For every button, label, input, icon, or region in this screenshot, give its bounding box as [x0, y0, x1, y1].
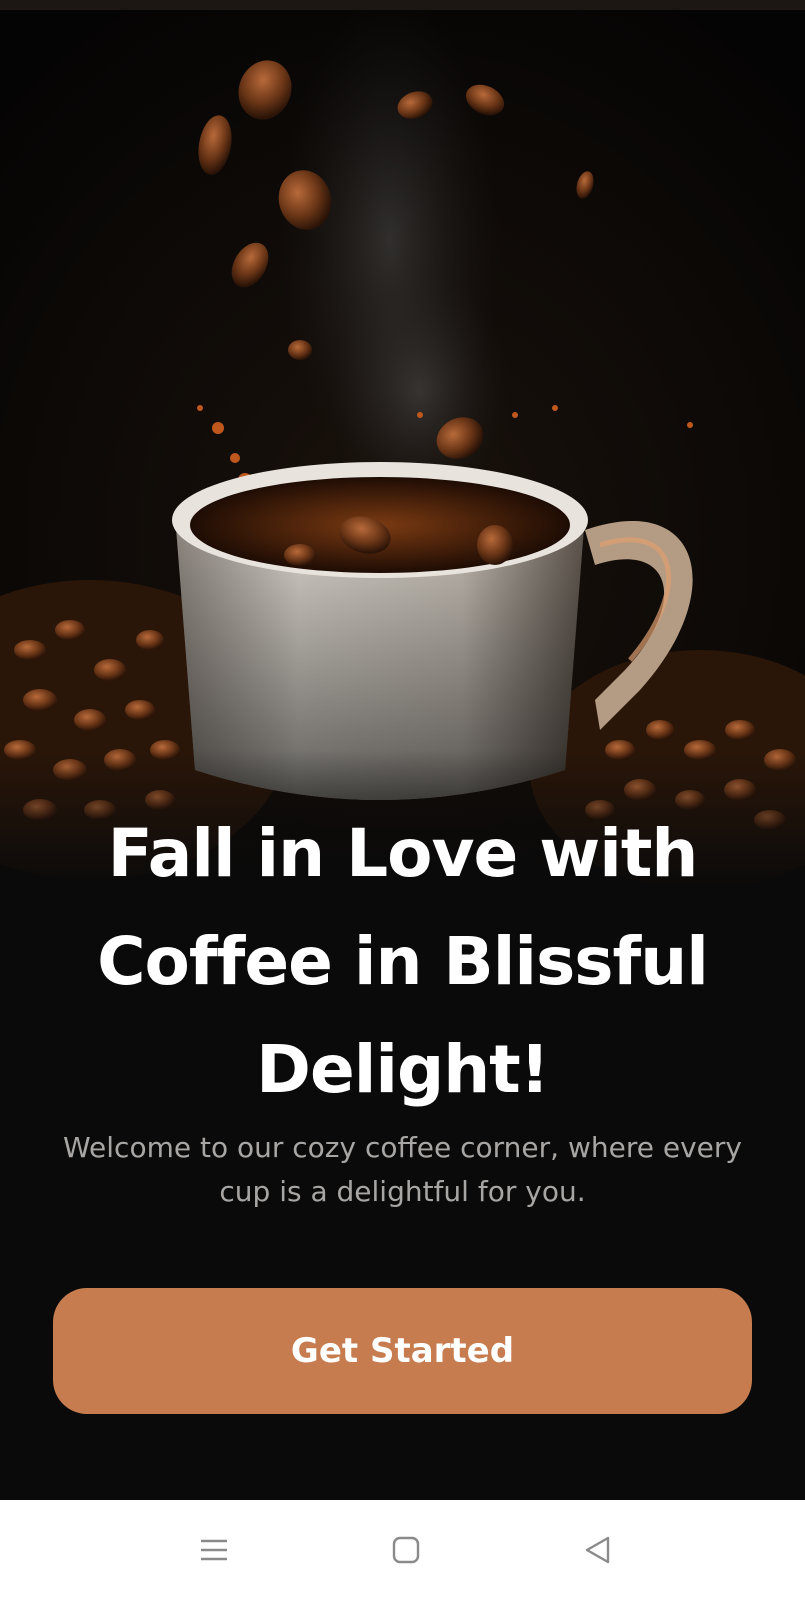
system-navigation-bar [0, 1500, 805, 1600]
coffee-cup-illustration [0, 10, 805, 890]
rounded-square-icon [392, 1536, 420, 1564]
onboarding-screen: Fall in Love with Coffee in Blissful Del… [0, 0, 805, 1600]
get-started-button[interactable]: Get Started [53, 1288, 752, 1414]
back-button[interactable] [570, 1528, 626, 1572]
headline: Fall in Love with Coffee in Blissful Del… [97, 815, 709, 1108]
menu-lines-icon [201, 1539, 227, 1561]
home-button[interactable] [378, 1528, 434, 1572]
subtitle: Welcome to our cozy coffee corner, where… [63, 1131, 742, 1208]
recent-apps-button[interactable] [186, 1528, 242, 1572]
triangle-back-icon [585, 1536, 610, 1564]
hero-image [0, 10, 805, 890]
